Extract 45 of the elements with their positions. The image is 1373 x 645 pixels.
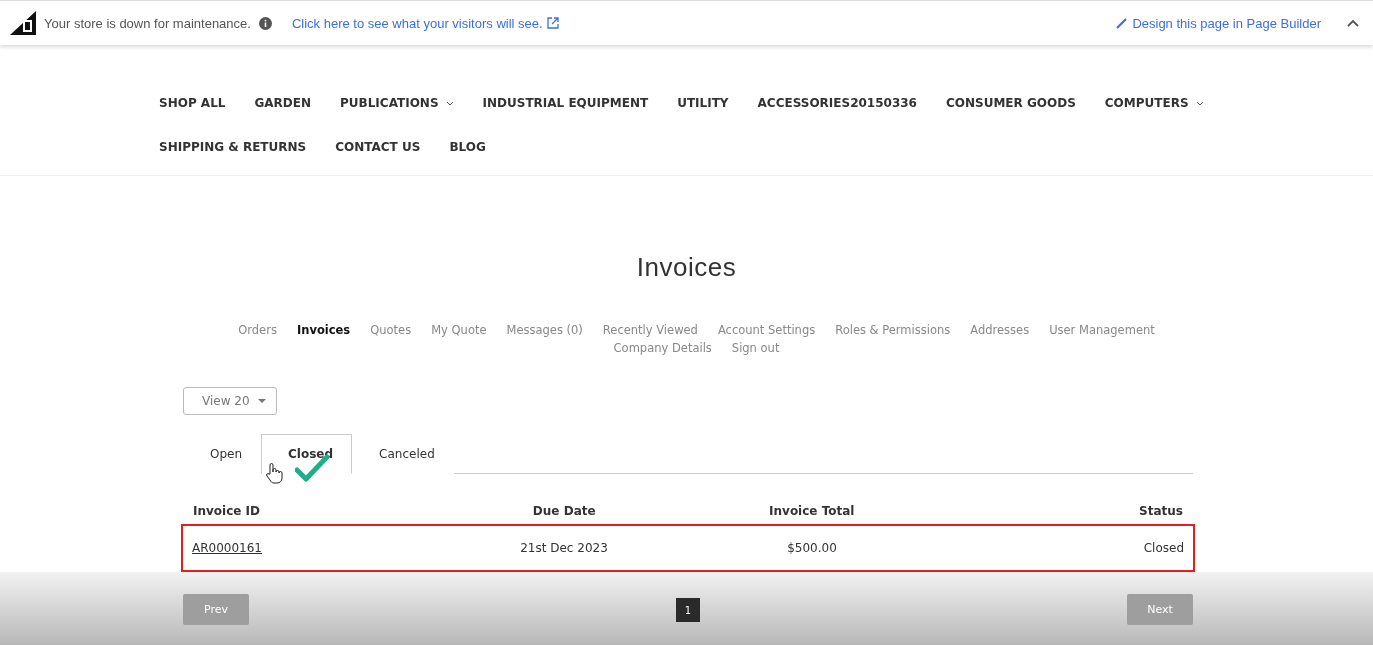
nav-link[interactable]: ACCESSORIES20150336 [757, 81, 917, 125]
account-nav-link[interactable]: Recently Viewed [602, 323, 698, 337]
nav-link[interactable]: BLOG [449, 125, 486, 169]
account-nav-link[interactable]: Messages (0) [506, 323, 583, 337]
nav-link[interactable]: PUBLICATIONS [340, 81, 454, 125]
invoice-link[interactable]: AR0000161 [192, 541, 262, 555]
account-nav-link[interactable]: Roles & Permissions [835, 323, 951, 337]
account-nav-link[interactable]: Orders [238, 323, 277, 337]
account-nav-link[interactable]: Invoices [296, 323, 351, 337]
info-icon [258, 16, 272, 30]
nav-link[interactable]: CONSUMER GOODS [945, 81, 1076, 125]
column-header: Invoice Total [768, 504, 856, 518]
nav-link[interactable]: SHOP ALL [159, 81, 226, 125]
external-link-icon [546, 17, 559, 29]
nav-link[interactable]: GARDEN [254, 81, 312, 125]
status-tab[interactable]: Closed [261, 434, 353, 474]
maintenance-message: Your store is down for maintenance. [44, 15, 251, 31]
account-nav-link[interactable]: Account Settings [717, 323, 816, 337]
nav-link[interactable]: SHIPPING & RETURNS [159, 125, 307, 169]
page-builder-link[interactable]: Design this page in Page Builder [1116, 15, 1321, 31]
collapse-icon[interactable] [1347, 19, 1359, 27]
table-cell-text: $500.00 [786, 541, 838, 555]
nav-link[interactable]: COMPUTERS [1104, 81, 1204, 125]
account-nav-link[interactable]: User Management [1049, 323, 1155, 337]
pencil-icon [1116, 17, 1129, 29]
nav-link[interactable]: INDUSTRIAL EQUIPMENT [482, 81, 649, 125]
preview-link[interactable]: Click here to see what your visitors will see. [291, 15, 559, 31]
column-header: Status [1138, 504, 1183, 518]
table-cell-text: 21st Dec 2023 [519, 541, 609, 555]
nav-link[interactable]: CONTACT US [335, 125, 421, 169]
account-nav-link[interactable]: Company Details [613, 341, 712, 355]
table-cell-text: Closed [1142, 541, 1184, 555]
account-nav-link[interactable]: My Quote [431, 323, 487, 337]
page-number[interactable]: 1 [676, 598, 700, 622]
account-nav-link[interactable]: Sign out [731, 341, 780, 355]
nav-link[interactable]: UTILITY [677, 81, 729, 125]
column-header: Invoice ID [193, 504, 262, 518]
view-select[interactable]: View 20 [183, 387, 277, 415]
column-header: Due Date [531, 504, 597, 518]
hand-cursor-icon [265, 462, 283, 484]
page-title: Invoices [635, 252, 738, 283]
caret-icon [258, 399, 266, 403]
account-nav-link[interactable]: Quotes [370, 323, 412, 337]
logo-icon [10, 11, 36, 35]
account-nav-link[interactable]: Addresses [970, 323, 1030, 337]
